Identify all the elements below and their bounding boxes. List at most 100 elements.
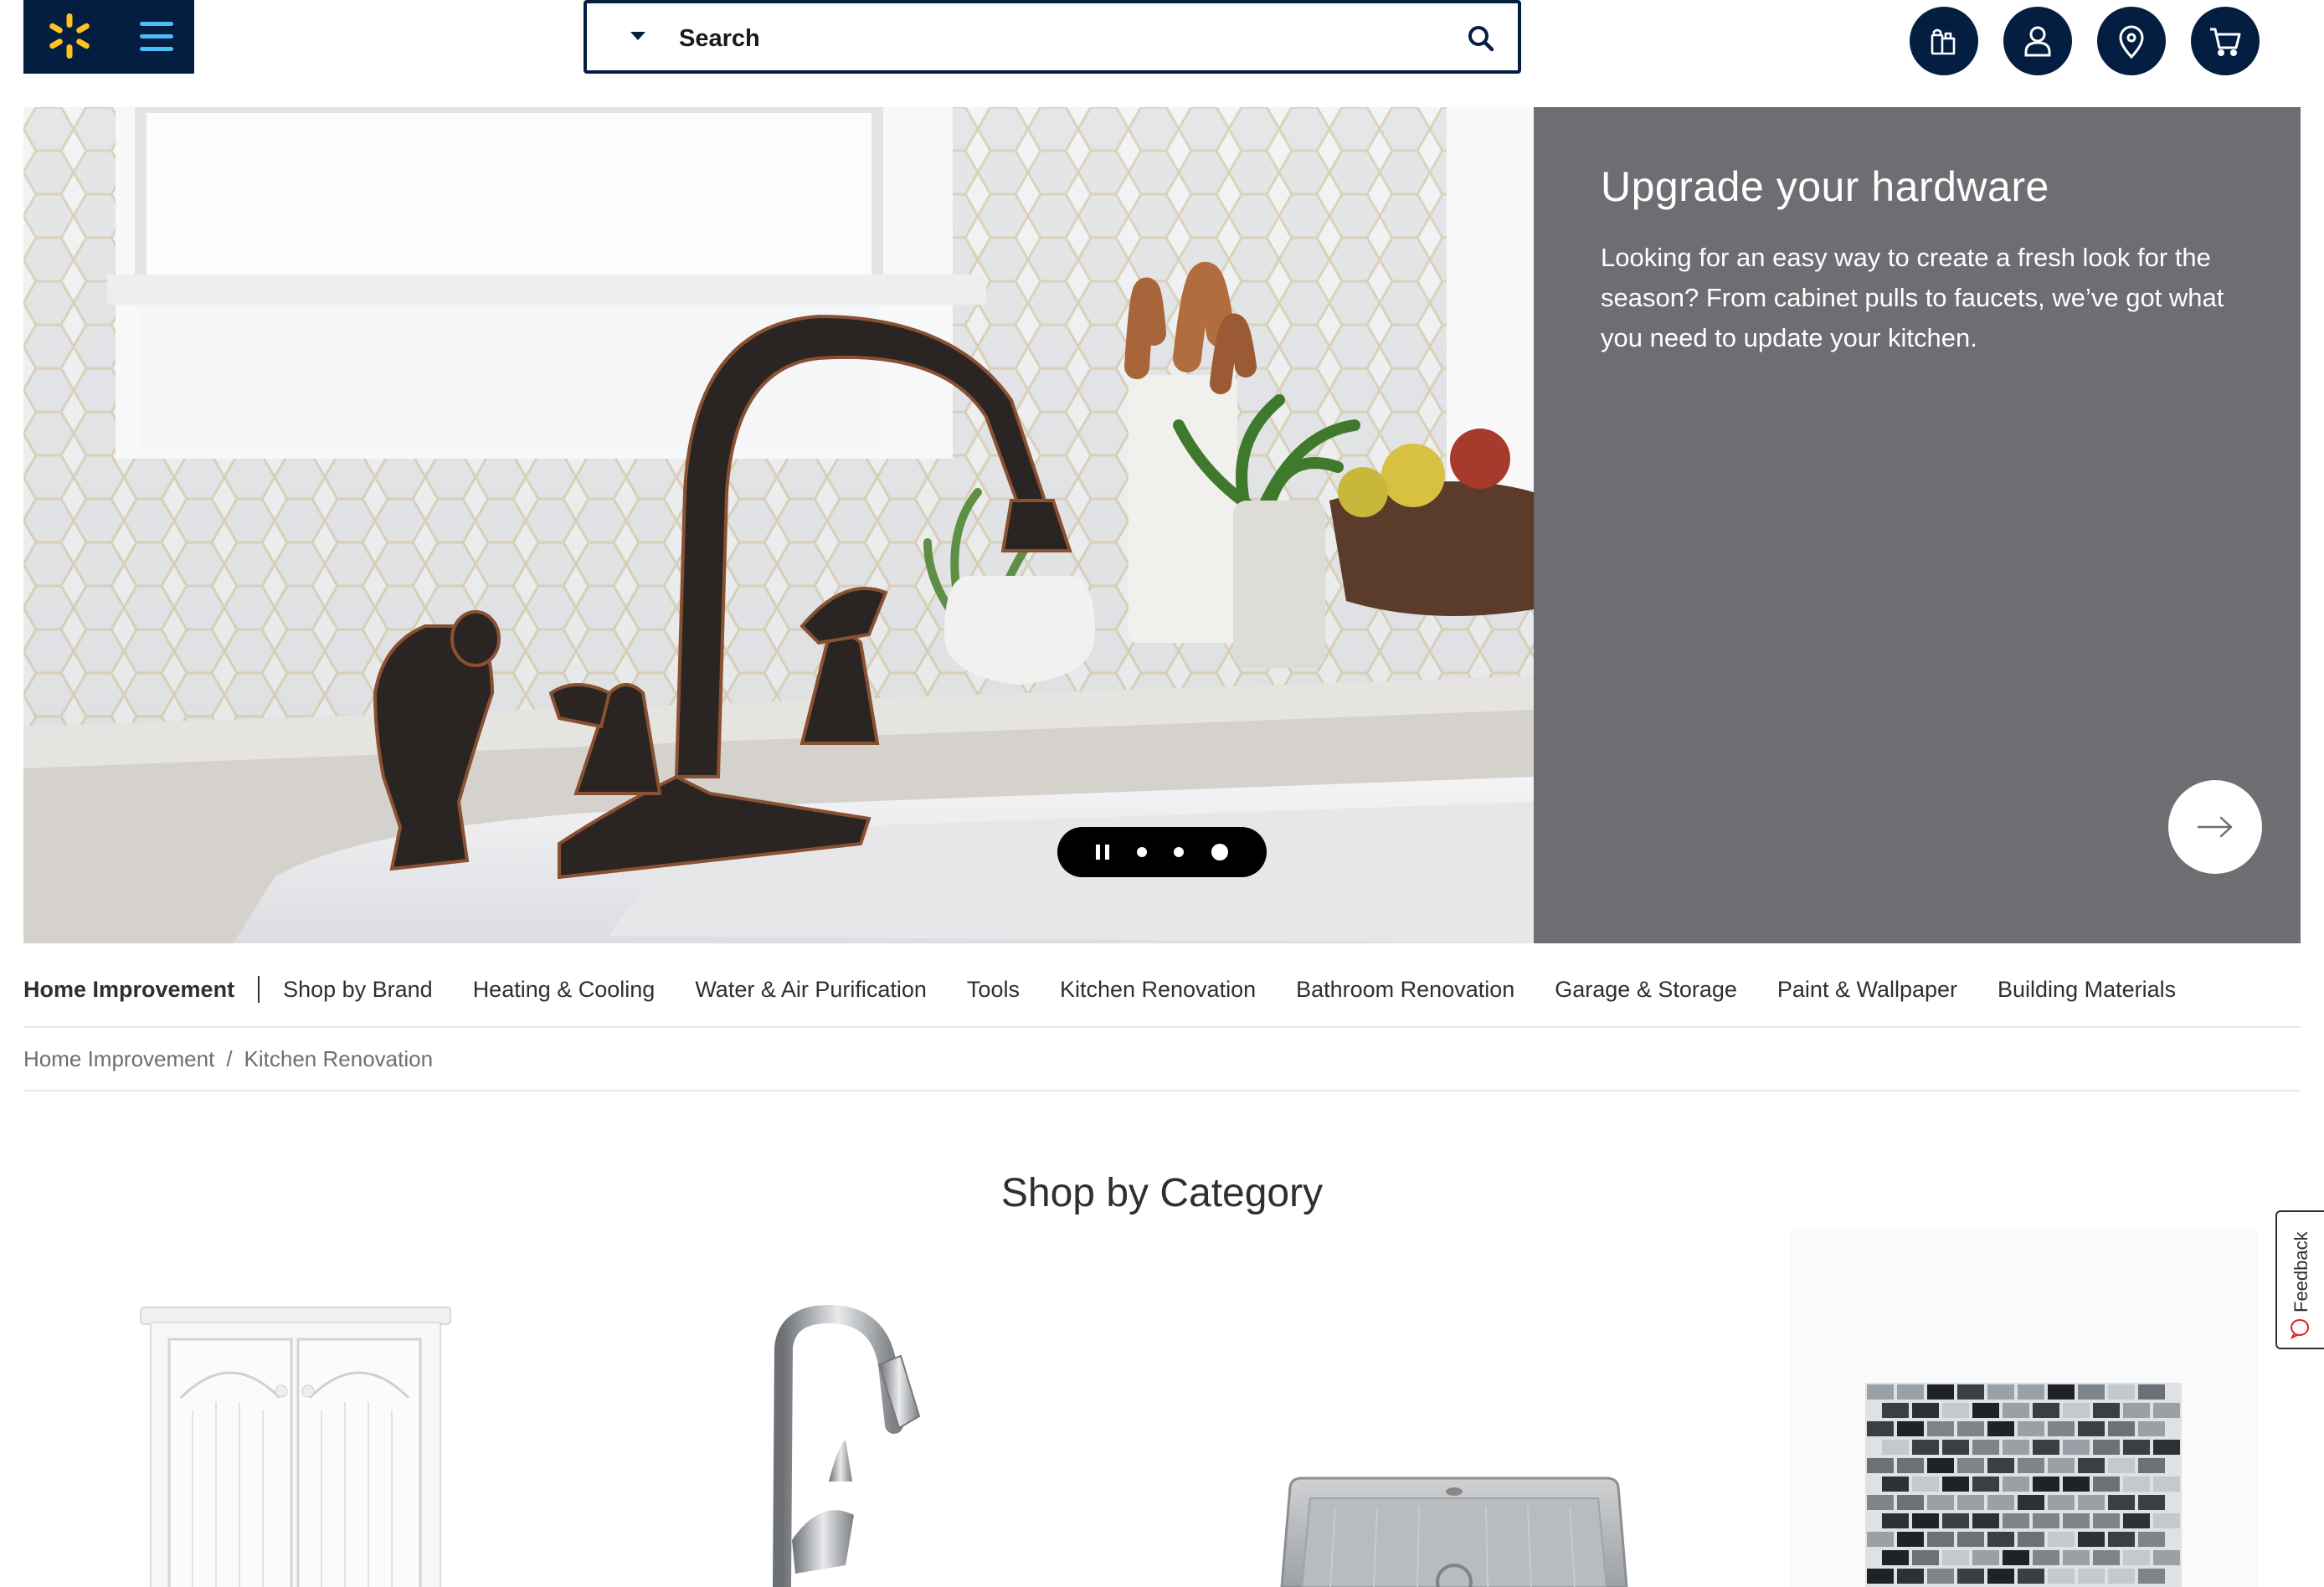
mosaic-tile (1897, 1569, 1924, 1584)
mosaic-tile (2018, 1384, 2044, 1400)
cart-button[interactable] (2191, 7, 2260, 75)
mosaic-tile (1942, 1550, 1969, 1565)
nav-bathroom-renovation[interactable]: Bathroom Renovation (1296, 977, 1514, 1003)
nav-kitchen-renovation[interactable]: Kitchen Renovation (1060, 977, 1256, 1003)
account-button[interactable] (2003, 7, 2072, 75)
mosaic-tile (2063, 1513, 2090, 1528)
feedback-label: Feedback (2291, 1231, 2311, 1312)
kitchen-sink-faucet-photo (23, 107, 1534, 943)
mosaic-tile (2048, 1532, 2075, 1547)
nav-heating-cooling[interactable]: Heating & Cooling (473, 977, 656, 1003)
mosaic-tile (2138, 1384, 2165, 1400)
mosaic-tile (1972, 1403, 1999, 1418)
mosaic-tile (1942, 1440, 1969, 1455)
arrow-right-icon (2197, 816, 2233, 838)
menu-bar (140, 21, 173, 26)
mosaic-tile (2018, 1495, 2044, 1510)
category-card-faucets[interactable] (712, 1230, 1180, 1587)
mosaic-tile (1867, 1458, 1894, 1473)
mosaic-tile (1987, 1532, 2014, 1547)
search-input[interactable] (679, 20, 1416, 57)
mosaic-tile (2063, 1403, 2090, 1418)
chat-bubble-icon (2290, 1319, 2310, 1339)
mosaic-tile (1912, 1550, 1939, 1565)
hero-image-kitchen-faucet[interactable] (23, 107, 1534, 943)
mosaic-tile (2018, 1569, 2044, 1584)
mosaic-tile (1957, 1384, 1984, 1400)
mosaic-tile (2033, 1513, 2059, 1528)
hero-carousel: Upgrade your hardware Looking for an eas… (23, 107, 2301, 943)
breadcrumb-kitchen-renovation[interactable]: Kitchen Renovation (244, 1046, 433, 1072)
menu-icon[interactable] (132, 12, 181, 60)
mosaic-tile (2153, 1403, 2180, 1418)
mosaic-tile (1942, 1403, 1969, 1418)
search-department-dropdown[interactable] (630, 32, 645, 40)
mosaic-tile (1957, 1532, 1984, 1547)
mosaic-tile (2153, 1550, 2180, 1565)
nav-garage-storage[interactable]: Garage & Storage (1555, 977, 1737, 1003)
mosaic-tile (2093, 1440, 2120, 1455)
nav-building-materials[interactable]: Building Materials (1998, 977, 2176, 1003)
mosaic-tile (1897, 1458, 1924, 1473)
hero-title: Upgrade your hardware (1601, 163, 2049, 210)
category-nav: Home Improvement Shop by Brand Heating &… (23, 953, 2301, 1028)
carousel-dot-2[interactable] (1174, 847, 1185, 857)
nav-home-improvement[interactable]: Home Improvement (23, 977, 234, 1003)
mosaic-tile (1972, 1440, 1999, 1455)
category-card-sinks[interactable] (1268, 1230, 1737, 1587)
mosaic-tile (1882, 1550, 1909, 1565)
mosaic-tile (2048, 1569, 2075, 1584)
mosaic-tile (1972, 1550, 1999, 1565)
mosaic-tile (2123, 1550, 2150, 1565)
search-bar (584, 0, 1521, 74)
mosaic-tile (2153, 1440, 2180, 1455)
mosaic-tile (2153, 1477, 2180, 1492)
mosaic-tile (1972, 1477, 1999, 1492)
mosaic-tile (2063, 1477, 2090, 1492)
mosaic-tile (1957, 1569, 1984, 1584)
mosaic-tile (2048, 1458, 2075, 1473)
mosaic-tile (1912, 1440, 1939, 1455)
pause-icon[interactable] (1096, 845, 1110, 860)
mosaic-tile (2138, 1532, 2165, 1547)
mosaic-tile (1987, 1458, 2014, 1473)
menu-bar (140, 33, 173, 39)
nav-paint-wallpaper[interactable]: Paint & Wallpaper (1777, 977, 1957, 1003)
spark-logo-icon[interactable] (45, 12, 94, 60)
breadcrumb-home-improvement[interactable]: Home Improvement (23, 1046, 214, 1072)
carousel-next-button[interactable] (2168, 780, 2262, 874)
mosaic-tile (2138, 1569, 2165, 1584)
reorder-button[interactable] (1910, 7, 1978, 75)
mosaic-tile (2063, 1550, 2090, 1565)
category-card-cabinets[interactable] (126, 1230, 594, 1587)
mosaic-tile (2033, 1550, 2059, 1565)
mosaic-tile (2108, 1384, 2135, 1400)
mosaic-tile (2003, 1477, 2029, 1492)
nav-shop-by-brand[interactable]: Shop by Brand (283, 977, 433, 1003)
chrome-faucet-image (773, 1304, 921, 1587)
nav-water-air-purification[interactable]: Water & Air Purification (695, 977, 927, 1003)
mosaic-tile (1987, 1384, 2014, 1400)
mosaic-tile (2093, 1513, 2120, 1528)
mosaic-tile (1987, 1569, 2014, 1584)
mosaic-tile (2138, 1495, 2165, 1510)
mosaic-tile (1897, 1384, 1924, 1400)
feedback-button[interactable]: Feedback (2275, 1210, 2324, 1349)
mosaic-tile-image (1865, 1383, 2182, 1587)
store-location-icon (2119, 25, 2144, 59)
mosaic-tile (1987, 1421, 2014, 1436)
search-icon[interactable] (1466, 23, 1496, 54)
nav-tools[interactable]: Tools (967, 977, 1020, 1003)
reorder-icon (1931, 28, 1956, 55)
mosaic-tile (2093, 1550, 2120, 1565)
mosaic-tile (2093, 1477, 2120, 1492)
mosaic-tile (2018, 1458, 2044, 1473)
mosaic-tile (1897, 1495, 1924, 1510)
carousel-dot-1[interactable] (1136, 847, 1147, 857)
mosaic-tile (2123, 1477, 2150, 1492)
store-location-button[interactable] (2097, 7, 2166, 75)
breadcrumb: Home Improvement / Kitchen Renovation (23, 1028, 2301, 1091)
category-card-backsplash-tile[interactable] (1790, 1230, 2259, 1587)
mosaic-tile (2003, 1550, 2029, 1565)
carousel-dot-3[interactable] (1211, 844, 1228, 860)
